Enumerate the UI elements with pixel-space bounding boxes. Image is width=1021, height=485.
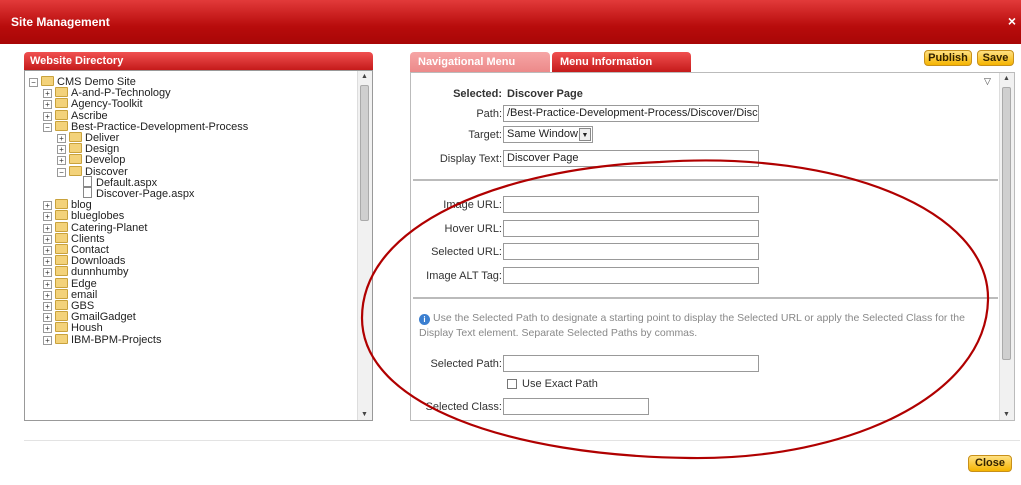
form-scroll-thumb[interactable] <box>1002 87 1011 360</box>
folder-icon <box>55 199 68 209</box>
selected-url-input[interactable] <box>503 243 759 260</box>
hover-url-label: Hover URL: <box>444 223 502 235</box>
dropdown-arrow-icon[interactable]: ▼ <box>579 128 591 141</box>
scroll-down-icon[interactable]: ▼ <box>361 411 368 418</box>
folder-icon <box>55 278 68 288</box>
collapse-chevron-icon[interactable]: ▽ <box>984 76 991 87</box>
display-text-label: Display Text: <box>439 153 502 165</box>
save-button[interactable]: Save <box>977 50 1014 66</box>
directory-header: Website Directory <box>24 52 373 70</box>
selected-url-label: Selected URL: <box>431 246 502 258</box>
tab-menu-information[interactable]: Menu Information <box>552 52 691 72</box>
selected-path-help: i Use the Selected Path to designate a st… <box>419 311 979 341</box>
folder-icon <box>55 255 68 265</box>
path-label: Path: <box>476 108 502 120</box>
close-button[interactable]: Close <box>968 455 1012 472</box>
tree-scroll-thumb[interactable] <box>360 85 369 221</box>
dialog-titlebar: Site Management × <box>0 0 1021 44</box>
exact-path-label: Use Exact Path <box>522 378 598 390</box>
folder-icon <box>55 322 68 332</box>
collapse-icon[interactable]: − <box>57 168 66 177</box>
tree-scrollbar[interactable]: ▲ ▼ <box>357 71 372 420</box>
page-icon <box>83 187 92 198</box>
folder-icon <box>55 311 68 321</box>
folder-icon <box>55 121 68 131</box>
footer-divider <box>24 440 1020 441</box>
section-divider <box>413 179 998 181</box>
expand-icon[interactable]: + <box>43 336 52 345</box>
info-icon: i <box>419 314 430 325</box>
selected-class-label: Selected Class: <box>425 401 502 413</box>
section-divider-2 <box>413 297 998 299</box>
close-icon[interactable]: × <box>1008 13 1016 29</box>
tree-node[interactable]: + IBM-BPM-Projects <box>43 333 161 347</box>
publish-button[interactable]: Publish <box>924 50 972 66</box>
image-alt-label: Image ALT Tag: <box>426 270 502 282</box>
folder-icon <box>69 154 82 164</box>
hover-url-input[interactable] <box>503 220 759 237</box>
image-url-input[interactable] <box>503 196 759 213</box>
folder-icon <box>55 233 68 243</box>
collapse-icon[interactable]: − <box>29 78 38 87</box>
display-text-input[interactable]: Discover Page <box>503 150 759 167</box>
folder-icon <box>69 166 82 176</box>
folder-icon <box>55 244 68 254</box>
selected-value: Discover Page <box>507 88 583 100</box>
form-scrollbar[interactable]: ▲ ▼ <box>999 73 1014 420</box>
folder-icon <box>55 266 68 276</box>
dialog-title: Site Management <box>11 15 110 29</box>
image-alt-input[interactable] <box>503 267 759 284</box>
folder-icon <box>55 222 68 232</box>
selected-label: Selected: <box>453 88 502 100</box>
form-scroll-down-icon[interactable]: ▼ <box>1003 411 1010 418</box>
folder-icon <box>55 289 68 299</box>
help-text: Use the Selected Path to designate a sta… <box>419 312 965 339</box>
directory-tree-panel[interactable]: − CMS Demo Site + A-and-P-Technology + Agency… <box>24 70 373 421</box>
expand-icon[interactable]: + <box>57 156 66 165</box>
expand-icon[interactable]: + <box>43 268 52 277</box>
folder-icon <box>55 87 68 97</box>
folder-icon <box>55 110 68 120</box>
folder-icon <box>69 143 82 153</box>
collapse-icon[interactable]: − <box>43 123 52 132</box>
expand-icon[interactable]: + <box>43 324 52 333</box>
folder-icon <box>55 300 68 310</box>
expand-icon[interactable]: + <box>43 100 52 109</box>
path-input[interactable]: /Best-Practice-Development-Process/Disco… <box>503 105 759 122</box>
scroll-up-icon[interactable]: ▲ <box>361 73 368 80</box>
target-select[interactable]: Same Window ▼ <box>503 126 593 143</box>
exact-path-checkbox[interactable] <box>507 379 517 389</box>
folder-icon <box>69 132 82 142</box>
selected-path-label: Selected Path: <box>430 358 502 370</box>
target-select-value: Same Window <box>507 128 578 140</box>
tab-navigational-menu[interactable]: Navigational Menu <box>410 52 550 72</box>
folder-icon <box>55 210 68 220</box>
image-url-label: Image URL: <box>443 199 502 211</box>
folder-icon <box>55 98 68 108</box>
tree-label: IBM-BPM-Projects <box>71 334 162 346</box>
folder-icon <box>55 334 68 344</box>
form-scroll-up-icon[interactable]: ▲ <box>1003 75 1010 82</box>
target-label: Target: <box>468 129 502 141</box>
page-icon <box>83 176 92 187</box>
tree-label: Discover-Page.aspx <box>96 188 195 200</box>
menu-info-panel: ▽ ▲ ▼ Selected: Discover Page Path: /Bes… <box>410 72 1015 421</box>
folder-icon <box>41 76 54 86</box>
selected-class-input[interactable] <box>503 398 649 415</box>
selected-path-input[interactable] <box>503 355 759 372</box>
expand-icon[interactable]: + <box>43 212 52 221</box>
